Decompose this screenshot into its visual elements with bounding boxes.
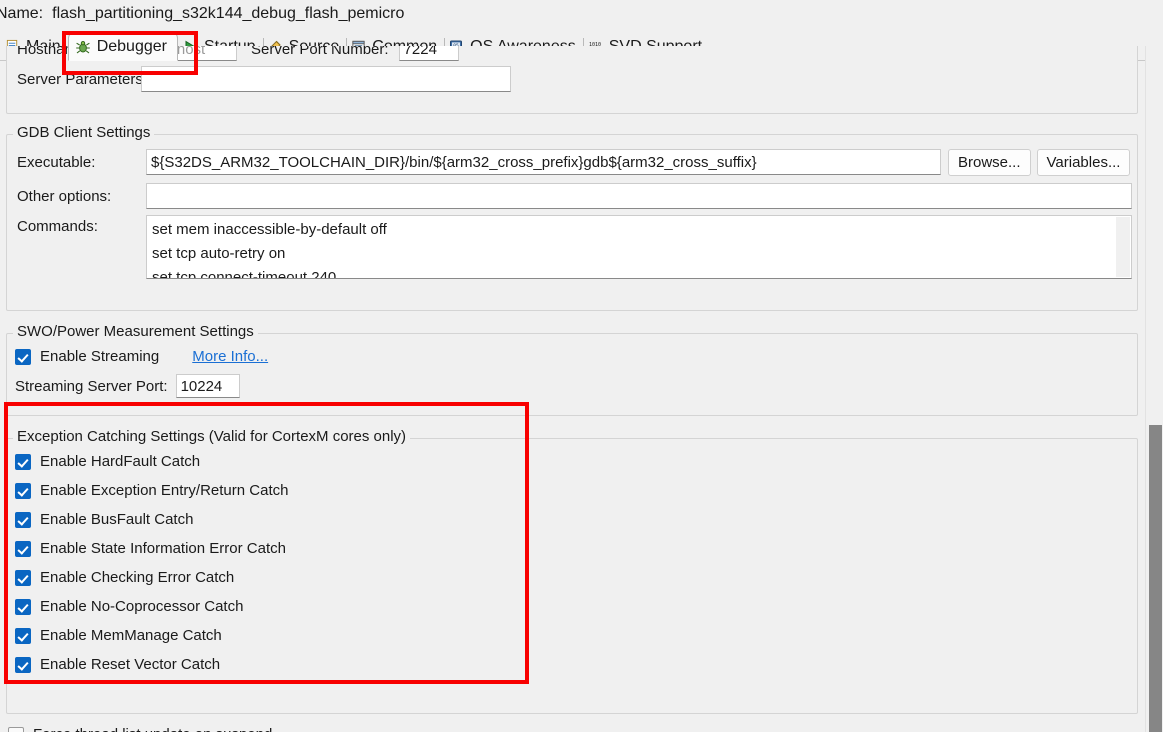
configuration-name-row: Name: bbox=[0, 0, 1163, 28]
vertical-scrollbar-thumb[interactable] bbox=[1149, 425, 1162, 732]
more-info-link[interactable]: More Info... bbox=[192, 348, 268, 365]
exception-catch-checkbox[interactable] bbox=[15, 627, 31, 644]
exception-catching-group: Exception Catching Settings (Valid for C… bbox=[6, 428, 1138, 714]
exception-catch-checkbox[interactable] bbox=[15, 656, 31, 673]
exception-catch-label: Enable MemManage Catch bbox=[40, 627, 222, 644]
commands-textarea[interactable]: set mem inaccessible-by-default off set t… bbox=[146, 215, 1132, 279]
server-port-input[interactable] bbox=[398, 46, 459, 61]
exception-catch-label: Enable Reset Vector Catch bbox=[40, 656, 221, 673]
executable-label: Executable: bbox=[17, 153, 96, 171]
exception-catch-checkbox[interactable] bbox=[15, 540, 31, 557]
gdb-client-settings-legend: GDB Client Settings bbox=[13, 124, 155, 141]
exception-catch-label: Enable Exception Entry/Return Catch bbox=[40, 482, 289, 499]
gdb-client-settings-group: GDB Client Settings Executable: Browse..… bbox=[6, 124, 1138, 311]
force-thread-list-row[interactable]: Force thread list update on suspend bbox=[8, 720, 1146, 732]
executable-input[interactable] bbox=[146, 149, 941, 175]
other-options-label: Other options: bbox=[17, 187, 112, 205]
server-parameters-input[interactable] bbox=[141, 66, 511, 92]
launch-configuration-dialog: Name: MainDebuggerStartupSourceCommon05O… bbox=[0, 0, 1163, 732]
swo-power-measurement-group: SWO/Power Measurement Settings Enable St… bbox=[6, 323, 1138, 416]
browse-button[interactable]: Browse... bbox=[948, 148, 1031, 176]
settings-content: Hostname or IP: Server Port Number: Serv… bbox=[0, 46, 1146, 732]
settings-scroll-viewport: Hostname or IP: Server Port Number: Serv… bbox=[0, 46, 1146, 732]
exception-catch-checkbox[interactable] bbox=[15, 453, 31, 470]
enable-streaming-checkbox[interactable] bbox=[15, 348, 31, 365]
force-thread-list-label: Force thread list update on suspend bbox=[33, 726, 272, 732]
enable-streaming-label: Enable Streaming bbox=[40, 348, 160, 365]
exception-catch-label: Enable Checking Error Catch bbox=[40, 569, 235, 586]
exception-catch-row[interactable]: Enable State Information Error Catch bbox=[15, 534, 1137, 563]
variables-button[interactable]: Variables... bbox=[1036, 148, 1131, 176]
commands-label: Commands: bbox=[17, 218, 98, 235]
bug-icon bbox=[75, 38, 92, 55]
server-parameters-label: Server Parameters: bbox=[17, 70, 148, 88]
command-line: set tcp auto-retry on bbox=[152, 245, 286, 262]
exception-catch-checkbox[interactable] bbox=[15, 598, 31, 615]
exception-catching-legend: Exception Catching Settings (Valid for C… bbox=[13, 428, 411, 445]
exception-catch-row[interactable]: Enable No-Coprocessor Catch bbox=[15, 592, 1137, 621]
streaming-server-port-label: Streaming Server Port: bbox=[15, 377, 168, 395]
exception-catch-row[interactable]: Enable MemManage Catch bbox=[15, 621, 1137, 650]
exception-catch-checkbox[interactable] bbox=[15, 511, 31, 528]
streaming-server-port-input[interactable] bbox=[175, 374, 240, 398]
exception-catch-checkbox[interactable] bbox=[15, 482, 31, 499]
exception-catch-row[interactable]: Enable BusFault Catch bbox=[15, 505, 1137, 534]
other-options-input[interactable] bbox=[146, 183, 1132, 209]
exception-catch-label: Enable HardFault Catch bbox=[40, 453, 201, 470]
exception-catch-row[interactable]: Enable Exception Entry/Return Catch bbox=[15, 476, 1137, 505]
configuration-name-input[interactable] bbox=[52, 5, 693, 23]
commands-scrollbar[interactable] bbox=[1116, 217, 1130, 277]
exception-catch-row[interactable]: Enable HardFault Catch bbox=[15, 447, 1137, 476]
server-port-label: Server Port Number: bbox=[251, 46, 389, 58]
exception-catch-label: Enable BusFault Catch bbox=[40, 511, 194, 528]
exception-catch-label: Enable State Information Error Catch bbox=[40, 540, 286, 557]
exception-catch-row[interactable]: Enable Checking Error Catch bbox=[15, 563, 1137, 592]
exception-catch-checkbox[interactable] bbox=[15, 569, 31, 586]
vertical-scrollbar[interactable] bbox=[1145, 46, 1163, 732]
force-thread-list-checkbox[interactable] bbox=[8, 726, 24, 732]
configuration-name-label: Name: bbox=[0, 5, 44, 22]
command-line: set mem inaccessible-by-default off bbox=[152, 221, 387, 238]
tab-label: Debugger bbox=[96, 37, 167, 55]
tab-debugger[interactable]: Debugger bbox=[67, 32, 178, 61]
command-line: set tcp connect-timeout 240 bbox=[152, 269, 337, 279]
swo-power-legend: SWO/Power Measurement Settings bbox=[13, 323, 258, 340]
exception-catch-row[interactable]: Enable Reset Vector Catch bbox=[15, 650, 1137, 679]
exception-catch-label: Enable No-Coprocessor Catch bbox=[40, 598, 244, 615]
